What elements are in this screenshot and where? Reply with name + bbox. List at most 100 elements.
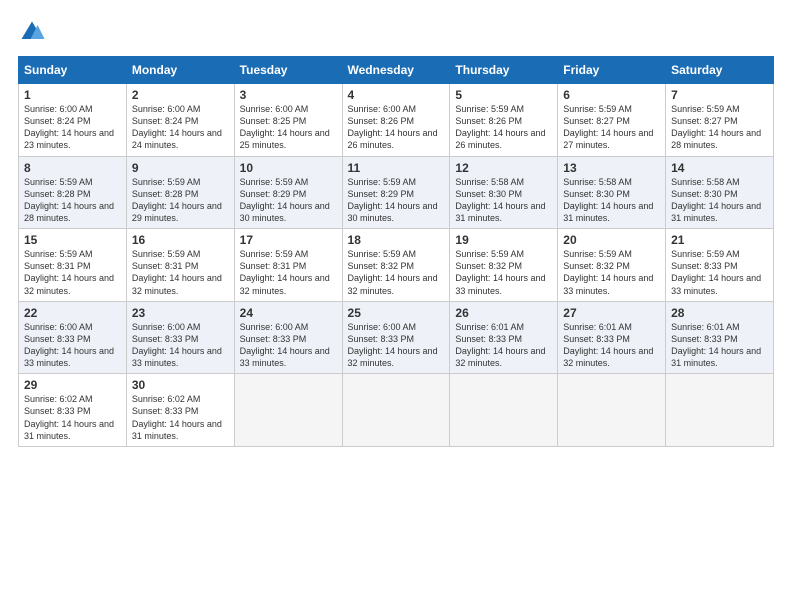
day-info: Sunrise: 5:59 AMSunset: 8:27 PMDaylight:… (563, 104, 653, 150)
calendar-cell: 12Sunrise: 5:58 AMSunset: 8:30 PMDayligh… (450, 156, 558, 229)
weekday-header: Sunday (19, 57, 127, 84)
calendar-cell: 4 Sunrise: 6:00 AMSunset: 8:26 PMDaylight… (342, 84, 450, 157)
day-number: 1 (24, 88, 121, 102)
weekday-header: Friday (558, 57, 666, 84)
calendar-week-row: 15 Sunrise: 5:59 AMSunset: 8:31 PMDayligh… (19, 229, 774, 302)
day-number: 5 (455, 88, 552, 102)
day-number: 2 (132, 88, 229, 102)
calendar-cell (342, 374, 450, 447)
day-info: Sunrise: 5:59 AMSunset: 8:33 PMDaylight:… (671, 249, 761, 295)
calendar-cell: 10 Sunrise: 5:59 AMSunset: 8:29 PMDayligh… (234, 156, 342, 229)
calendar-cell: 24Sunrise: 6:00 AMSunset: 8:33 PMDayligh… (234, 301, 342, 374)
day-number: 22 (24, 306, 121, 320)
day-info: Sunrise: 5:59 AMSunset: 8:28 PMDaylight:… (24, 177, 114, 223)
calendar-cell: 2Sunrise: 6:00 AMSunset: 8:24 PMDaylight… (126, 84, 234, 157)
day-info: Sunrise: 5:59 AMSunset: 8:28 PMDaylight:… (132, 177, 222, 223)
day-number: 8 (24, 161, 121, 175)
day-number: 20 (563, 233, 660, 247)
weekday-header: Monday (126, 57, 234, 84)
day-info: Sunrise: 6:01 AMSunset: 8:33 PMDaylight:… (671, 322, 761, 368)
day-info: Sunrise: 6:00 AMSunset: 8:24 PMDaylight:… (24, 104, 114, 150)
day-info: Sunrise: 6:01 AMSunset: 8:33 PMDaylight:… (563, 322, 653, 368)
day-number: 3 (240, 88, 337, 102)
day-number: 4 (348, 88, 445, 102)
calendar-cell: 3 Sunrise: 6:00 AMSunset: 8:25 PMDaylight… (234, 84, 342, 157)
calendar-header-row: SundayMondayTuesdayWednesdayThursdayFrid… (19, 57, 774, 84)
day-info: Sunrise: 5:59 AMSunset: 8:31 PMDaylight:… (132, 249, 222, 295)
day-info: Sunrise: 5:58 AMSunset: 8:30 PMDaylight:… (563, 177, 653, 223)
weekday-header: Saturday (666, 57, 774, 84)
calendar-cell: 21 Sunrise: 5:59 AMSunset: 8:33 PMDayligh… (666, 229, 774, 302)
day-info: Sunrise: 6:00 AMSunset: 8:25 PMDaylight:… (240, 104, 330, 150)
calendar-cell: 9 Sunrise: 5:59 AMSunset: 8:28 PMDaylight… (126, 156, 234, 229)
day-number: 13 (563, 161, 660, 175)
calendar-cell: 8 Sunrise: 5:59 AMSunset: 8:28 PMDaylight… (19, 156, 127, 229)
weekday-header: Thursday (450, 57, 558, 84)
day-info: Sunrise: 6:01 AMSunset: 8:33 PMDaylight:… (455, 322, 545, 368)
day-info: Sunrise: 6:00 AMSunset: 8:33 PMDaylight:… (132, 322, 222, 368)
day-info: Sunrise: 5:59 AMSunset: 8:32 PMDaylight:… (563, 249, 653, 295)
day-info: Sunrise: 6:02 AMSunset: 8:33 PMDaylight:… (24, 394, 114, 440)
day-number: 30 (132, 378, 229, 392)
calendar-cell: 6Sunrise: 5:59 AMSunset: 8:27 PMDaylight… (558, 84, 666, 157)
calendar-cell: 25 Sunrise: 6:00 AMSunset: 8:33 PMDayligh… (342, 301, 450, 374)
weekday-header: Tuesday (234, 57, 342, 84)
calendar-cell: 29 Sunrise: 6:02 AMSunset: 8:33 PMDayligh… (19, 374, 127, 447)
day-number: 29 (24, 378, 121, 392)
calendar-cell: 18Sunrise: 5:59 AMSunset: 8:32 PMDayligh… (342, 229, 450, 302)
calendar-cell (450, 374, 558, 447)
day-info: Sunrise: 6:00 AMSunset: 8:33 PMDaylight:… (348, 322, 438, 368)
calendar-cell: 5 Sunrise: 5:59 AMSunset: 8:26 PMDaylight… (450, 84, 558, 157)
day-info: Sunrise: 5:59 AMSunset: 8:32 PMDaylight:… (348, 249, 438, 295)
calendar-cell: 23 Sunrise: 6:00 AMSunset: 8:33 PMDayligh… (126, 301, 234, 374)
day-number: 21 (671, 233, 768, 247)
calendar-cell: 19Sunrise: 5:59 AMSunset: 8:32 PMDayligh… (450, 229, 558, 302)
logo (18, 18, 50, 46)
calendar-week-row: 8 Sunrise: 5:59 AMSunset: 8:28 PMDaylight… (19, 156, 774, 229)
day-number: 25 (348, 306, 445, 320)
day-info: Sunrise: 6:02 AMSunset: 8:33 PMDaylight:… (132, 394, 222, 440)
day-number: 14 (671, 161, 768, 175)
day-info: Sunrise: 5:58 AMSunset: 8:30 PMDaylight:… (671, 177, 761, 223)
day-number: 7 (671, 88, 768, 102)
calendar-cell (234, 374, 342, 447)
day-number: 11 (348, 161, 445, 175)
day-number: 23 (132, 306, 229, 320)
calendar-cell: 28 Sunrise: 6:01 AMSunset: 8:33 PMDayligh… (666, 301, 774, 374)
day-number: 24 (240, 306, 337, 320)
calendar-week-row: 29 Sunrise: 6:02 AMSunset: 8:33 PMDayligh… (19, 374, 774, 447)
calendar-cell: 11Sunrise: 5:59 AMSunset: 8:29 PMDayligh… (342, 156, 450, 229)
day-info: Sunrise: 5:59 AMSunset: 8:29 PMDaylight:… (240, 177, 330, 223)
day-info: Sunrise: 5:59 AMSunset: 8:26 PMDaylight:… (455, 104, 545, 150)
calendar-cell: 30 Sunrise: 6:02 AMSunset: 8:33 PMDayligh… (126, 374, 234, 447)
weekday-header: Wednesday (342, 57, 450, 84)
day-number: 10 (240, 161, 337, 175)
calendar-cell: 1 Sunrise: 6:00 AMSunset: 8:24 PMDaylight… (19, 84, 127, 157)
calendar-cell: 15 Sunrise: 5:59 AMSunset: 8:31 PMDayligh… (19, 229, 127, 302)
day-info: Sunrise: 5:59 AMSunset: 8:31 PMDaylight:… (24, 249, 114, 295)
day-number: 26 (455, 306, 552, 320)
calendar-cell: 17Sunrise: 5:59 AMSunset: 8:31 PMDayligh… (234, 229, 342, 302)
day-number: 15 (24, 233, 121, 247)
calendar-cell: 22 Sunrise: 6:00 AMSunset: 8:33 PMDayligh… (19, 301, 127, 374)
day-number: 9 (132, 161, 229, 175)
calendar-cell: 13 Sunrise: 5:58 AMSunset: 8:30 PMDayligh… (558, 156, 666, 229)
calendar-cell: 26 Sunrise: 6:01 AMSunset: 8:33 PMDayligh… (450, 301, 558, 374)
day-info: Sunrise: 5:59 AMSunset: 8:27 PMDaylight:… (671, 104, 761, 150)
day-number: 28 (671, 306, 768, 320)
calendar-cell (558, 374, 666, 447)
calendar-cell: 27 Sunrise: 6:01 AMSunset: 8:33 PMDayligh… (558, 301, 666, 374)
calendar-cell: 7 Sunrise: 5:59 AMSunset: 8:27 PMDaylight… (666, 84, 774, 157)
day-info: Sunrise: 5:59 AMSunset: 8:31 PMDaylight:… (240, 249, 330, 295)
day-number: 12 (455, 161, 552, 175)
day-number: 27 (563, 306, 660, 320)
day-info: Sunrise: 6:00 AMSunset: 8:26 PMDaylight:… (348, 104, 438, 150)
calendar-body: 1 Sunrise: 6:00 AMSunset: 8:24 PMDaylight… (19, 84, 774, 447)
calendar: SundayMondayTuesdayWednesdayThursdayFrid… (18, 56, 774, 447)
calendar-cell: 16Sunrise: 5:59 AMSunset: 8:31 PMDayligh… (126, 229, 234, 302)
calendar-week-row: 1 Sunrise: 6:00 AMSunset: 8:24 PMDaylight… (19, 84, 774, 157)
day-info: Sunrise: 6:00 AMSunset: 8:33 PMDaylight:… (24, 322, 114, 368)
calendar-cell: 14 Sunrise: 5:58 AMSunset: 8:30 PMDayligh… (666, 156, 774, 229)
header (18, 18, 774, 46)
calendar-cell: 20 Sunrise: 5:59 AMSunset: 8:32 PMDayligh… (558, 229, 666, 302)
